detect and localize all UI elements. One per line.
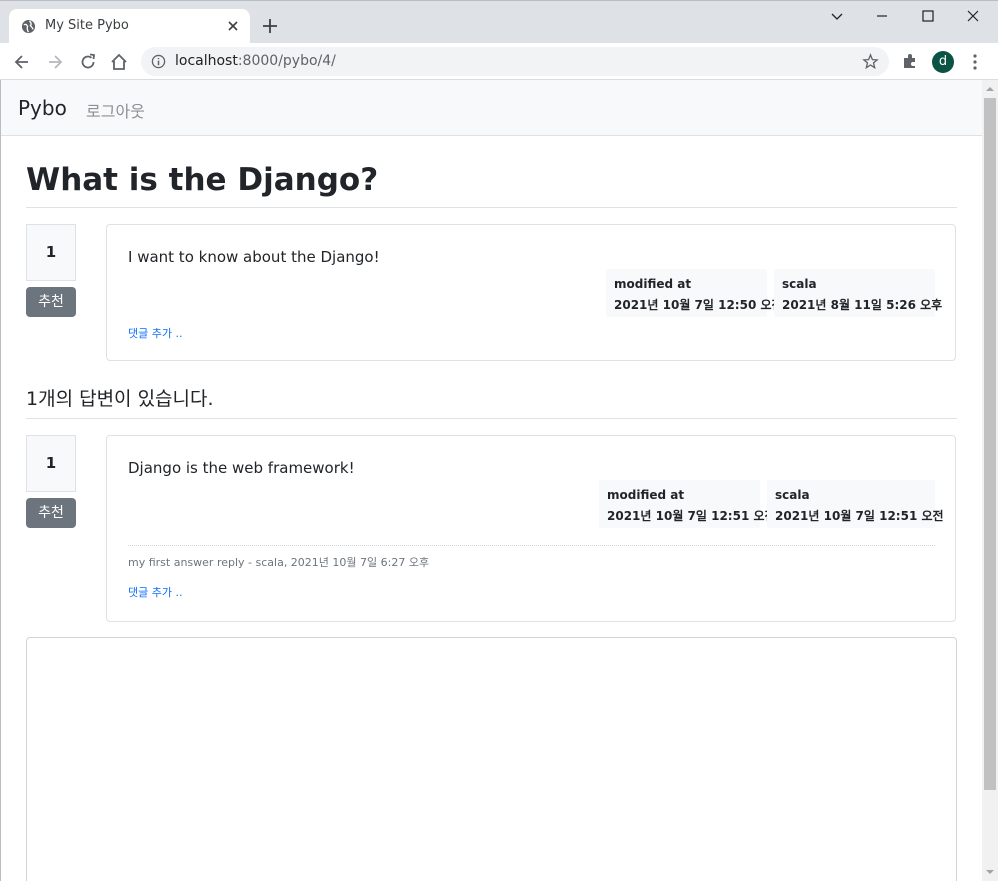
answer-recommend-button[interactable]: 추천 [26,498,76,528]
url-text[interactable]: localhost:8000/pybo/4/ [175,53,336,69]
maximize-icon[interactable] [913,6,943,28]
browser-toolbar: localhost:8000/pybo/4/ d [0,43,998,80]
scroll-up-icon[interactable] [985,84,995,94]
close-icon[interactable] [224,17,242,35]
answer-vote-count: 1 [26,435,76,492]
title-divider [26,207,957,208]
info-icon[interactable] [151,54,166,69]
site-navbar: Pybo 로그아웃 [1,80,982,136]
back-icon[interactable] [12,52,32,72]
puzzle-icon[interactable] [901,52,919,70]
answer-reply: my first answer reply - scala, 2021년 10월… [128,556,430,569]
page-scrollbar[interactable] [982,80,998,881]
question-author-badge: scala 2021년 8월 11일 5:26 오후 [774,269,942,317]
author-name: scala [775,488,810,502]
chevron-down-icon[interactable] [822,6,852,28]
close-icon[interactable] [958,6,988,28]
answer-card: Django is the web framework! modified at… [106,435,956,622]
url-path: :8000/pybo/4/ [237,53,336,69]
question-modified-badge: modified at 2021년 10월 7일 12:50 오전 [606,269,783,317]
modified-label: modified at [607,488,685,502]
answer-divider [26,418,957,419]
browser-tab[interactable]: My Site Pybo [9,9,250,44]
answer-author-badge: scala 2021년 10월 7일 12:51 오전 [767,480,944,528]
address-bar[interactable]: localhost:8000/pybo/4/ [141,47,889,76]
brand-link[interactable]: Pybo [18,96,67,120]
more-icon[interactable] [965,52,985,72]
add-comment-link[interactable]: 댓글 추가 .. [128,325,182,341]
created-date: 2021년 10월 7일 12:51 오전 [775,509,944,523]
author-name: scala [782,277,817,291]
question-card: I want to know about the Django! modifie… [106,224,956,361]
browser-titlebar: My Site Pybo [0,0,998,44]
minimize-icon[interactable] [867,6,897,28]
question-title: What is the Django? [26,162,379,198]
home-icon[interactable] [109,52,129,72]
scrollbar-thumb[interactable] [984,98,996,790]
question-recommend-button[interactable]: 추천 [26,287,76,317]
answer-count-heading: 1개의 답변이 있습니다. [26,388,214,410]
modified-date: 2021년 10월 7일 12:50 오전 [614,298,783,312]
logout-link[interactable]: 로그아웃 [86,98,145,122]
add-comment-link[interactable]: 댓글 추가 .. [128,584,182,600]
url-host: localhost [175,53,238,69]
page-viewport: Pybo 로그아웃 What is the Django? 1 추천 I wan… [0,80,982,881]
answer-modified-badge: modified at 2021년 10월 7일 12:51 오전 [599,480,776,528]
modified-date: 2021년 10월 7일 12:51 오전 [607,509,776,523]
answer-content: Django is the web framework! [128,459,355,477]
answer-textarea[interactable] [26,637,957,881]
forward-icon[interactable] [45,52,65,72]
globe-icon [21,19,36,34]
created-date: 2021년 8월 11일 5:26 오후 [782,298,943,312]
question-content: I want to know about the Django! [128,248,380,266]
plus-icon[interactable] [260,16,280,36]
reload-icon[interactable] [78,52,98,72]
question-vote-count: 1 [26,224,76,281]
modified-label: modified at [614,277,692,291]
star-icon[interactable] [862,53,879,70]
reply-divider [128,545,935,546]
tab-title: My Site Pybo [45,18,129,33]
scroll-down-icon[interactable] [985,867,995,877]
profile-avatar[interactable]: d [932,51,954,73]
